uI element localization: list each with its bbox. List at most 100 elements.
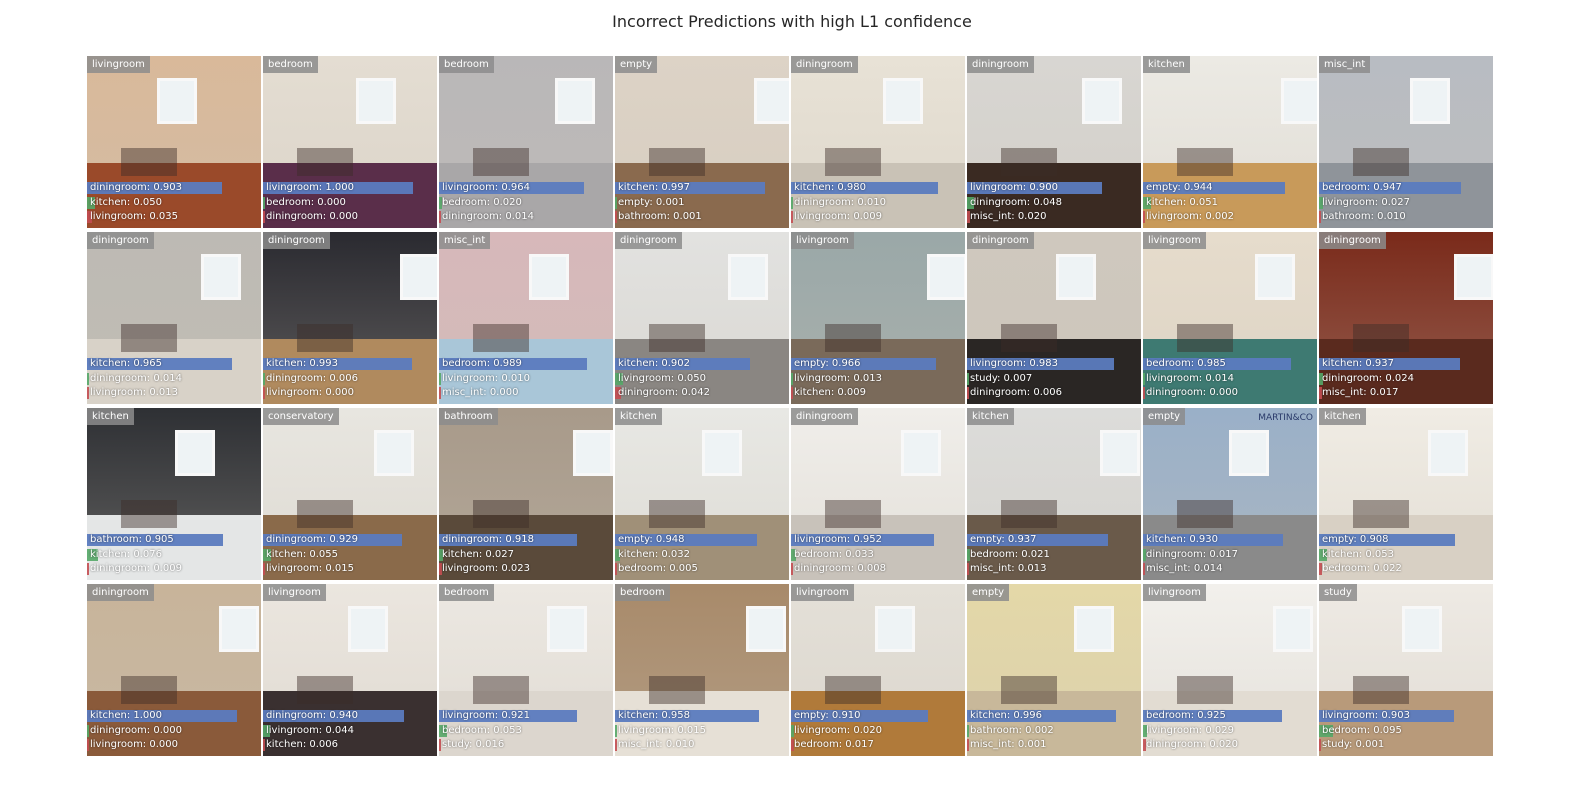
prediction-row: diningroom: 0.020 <box>1143 738 1317 752</box>
prediction-row: bathroom: 0.002 <box>967 724 1141 738</box>
true-label: diningroom <box>967 56 1034 73</box>
image-tile: kitchen empty: 0.944 kitchen: 0.051 livingr… <box>1143 56 1317 228</box>
photo-window <box>400 254 437 300</box>
prediction-row: kitchen: 1.000 <box>87 709 261 723</box>
prediction-label: bathroom: 0.010 <box>1322 211 1406 222</box>
prediction-label: kitchen: 0.076 <box>90 548 162 560</box>
prediction-label: livingroom: 0.015 <box>266 563 354 574</box>
true-label: diningroom <box>615 232 682 249</box>
true-label: kitchen <box>967 408 1014 425</box>
prediction-row: bedroom: 0.925 <box>1143 709 1317 723</box>
prediction-label: diningroom: 0.024 <box>1322 372 1414 384</box>
true-label: kitchen <box>615 408 662 425</box>
prediction-row: bedroom: 0.000 <box>263 196 437 210</box>
image-tile: livingroom empty: 0.966 livingroom: 0.013 k… <box>791 232 965 404</box>
prediction-label: kitchen: 0.902 <box>618 358 690 369</box>
prediction-row: diningroom: 0.042 <box>615 386 789 400</box>
true-label: diningroom <box>87 232 154 249</box>
prediction-row: kitchen: 0.032 <box>615 548 789 562</box>
prediction-label: livingroom: 0.044 <box>266 724 354 736</box>
prediction-row: misc_int: 0.020 <box>967 210 1141 224</box>
prediction-row: bedroom: 0.947 <box>1319 181 1493 195</box>
prediction-label: misc_int: 0.001 <box>970 739 1047 750</box>
prediction-bars: livingroom: 0.964 bedroom: 0.020 diningroo… <box>439 181 613 225</box>
prediction-label: misc_int: 0.020 <box>970 211 1047 222</box>
score-bar <box>615 196 617 209</box>
prediction-label: empty: 0.948 <box>618 534 685 545</box>
prediction-row: diningroom: 0.006 <box>967 386 1141 400</box>
prediction-label: diningroom: 0.006 <box>970 387 1062 398</box>
prediction-bars: bedroom: 0.989 livingroom: 0.010 misc_int:… <box>439 357 613 401</box>
prediction-row: empty: 0.910 <box>791 709 965 723</box>
photo-furniture <box>473 324 529 352</box>
score-bar <box>439 387 441 399</box>
prediction-row: bedroom: 0.095 <box>1319 724 1493 738</box>
prediction-label: livingroom: 0.000 <box>266 387 354 398</box>
prediction-label: diningroom: 0.009 <box>90 563 182 574</box>
prediction-label: livingroom: 0.900 <box>970 182 1058 193</box>
prediction-row: kitchen: 0.993 <box>263 357 437 371</box>
prediction-row: empty: 0.944 <box>1143 181 1317 195</box>
photo-window <box>746 606 786 652</box>
prediction-bars: empty: 0.937 bedroom: 0.021 misc_int: 0.01… <box>967 533 1141 577</box>
prediction-row: diningroom: 0.014 <box>439 210 613 224</box>
true-label: kitchen <box>87 408 134 425</box>
score-bar <box>263 196 265 209</box>
prediction-label: livingroom: 0.000 <box>90 739 178 750</box>
score-bar <box>615 563 617 575</box>
prediction-bars: kitchen: 0.997 empty: 0.001 bathroom: 0.00… <box>615 181 789 225</box>
prediction-row: livingroom: 0.964 <box>439 181 613 195</box>
prediction-label: empty: 0.937 <box>970 534 1037 545</box>
photo-furniture <box>825 500 881 528</box>
image-tile: bedroom livingroom: 1.000 bedroom: 0.000 di… <box>263 56 437 228</box>
score-bar <box>263 563 266 575</box>
prediction-label: kitchen: 0.006 <box>266 739 338 750</box>
prediction-label: kitchen: 0.965 <box>90 358 162 369</box>
photo-window <box>573 430 613 476</box>
score-bar <box>967 563 969 575</box>
prediction-bars: diningroom: 0.929 kitchen: 0.055 livingroo… <box>263 533 437 577</box>
prediction-row: livingroom: 0.921 <box>439 709 613 723</box>
prediction-label: livingroom: 0.952 <box>794 534 882 545</box>
photo-window <box>883 78 923 124</box>
prediction-bars: livingroom: 0.952 bedroom: 0.033 diningroo… <box>791 533 965 577</box>
photo-furniture <box>473 676 529 704</box>
image-tile: diningroom kitchen: 0.937 diningroom: 0.02… <box>1319 232 1493 404</box>
image-tile: livingroom bedroom: 0.985 livingroom: 0.01… <box>1143 232 1317 404</box>
image-tile: bathroom diningroom: 0.918 kitchen: 0.027 l… <box>439 408 613 580</box>
true-label: empty <box>1143 408 1186 425</box>
prediction-bars: kitchen: 0.996 bathroom: 0.002 misc_int: 0… <box>967 709 1141 753</box>
prediction-row: livingroom: 0.009 <box>791 210 965 224</box>
prediction-label: kitchen: 0.051 <box>1146 196 1218 208</box>
image-tile: livingroom diningroom: 0.940 livingroom: 0… <box>263 584 437 756</box>
prediction-label: diningroom: 0.010 <box>794 196 886 208</box>
photo-window <box>374 430 414 476</box>
prediction-label: study: 0.016 <box>442 739 505 750</box>
prediction-row: diningroom: 0.048 <box>967 196 1141 210</box>
prediction-label: kitchen: 0.009 <box>794 387 866 398</box>
prediction-bars: livingroom: 0.900 diningroom: 0.048 misc_i… <box>967 181 1141 225</box>
prediction-label: empty: 0.944 <box>1146 182 1213 193</box>
prediction-row: diningroom: 0.903 <box>87 181 261 195</box>
photo-furniture <box>121 324 177 352</box>
true-label: bedroom <box>439 56 494 73</box>
prediction-label: livingroom: 0.014 <box>1146 372 1234 384</box>
prediction-row: livingroom: 0.050 <box>615 372 789 386</box>
prediction-row: kitchen: 0.996 <box>967 709 1141 723</box>
image-tile: misc_int bedroom: 0.947 livingroom: 0.027 b… <box>1319 56 1493 228</box>
score-bar <box>791 211 793 223</box>
prediction-label: bedroom: 0.020 <box>442 196 522 208</box>
true-label: diningroom <box>791 408 858 425</box>
score-bar <box>1143 372 1146 385</box>
prediction-bars: diningroom: 0.903 kitchen: 0.050 livingroo… <box>87 181 261 225</box>
prediction-row: misc_int: 0.000 <box>439 386 613 400</box>
prediction-label: misc_int: 0.013 <box>970 563 1047 574</box>
prediction-label: livingroom: 0.029 <box>1146 724 1234 736</box>
prediction-label: bathroom: 0.001 <box>618 211 702 222</box>
prediction-label: kitchen: 0.937 <box>1322 358 1394 369</box>
prediction-label: empty: 0.001 <box>618 196 685 208</box>
photo-window <box>1273 606 1313 652</box>
prediction-row: diningroom: 0.000 <box>263 210 437 224</box>
image-tile: MARTIN&CO empty kitchen: 0.930 diningroom: … <box>1143 408 1317 580</box>
prediction-label: diningroom: 0.940 <box>266 710 358 721</box>
